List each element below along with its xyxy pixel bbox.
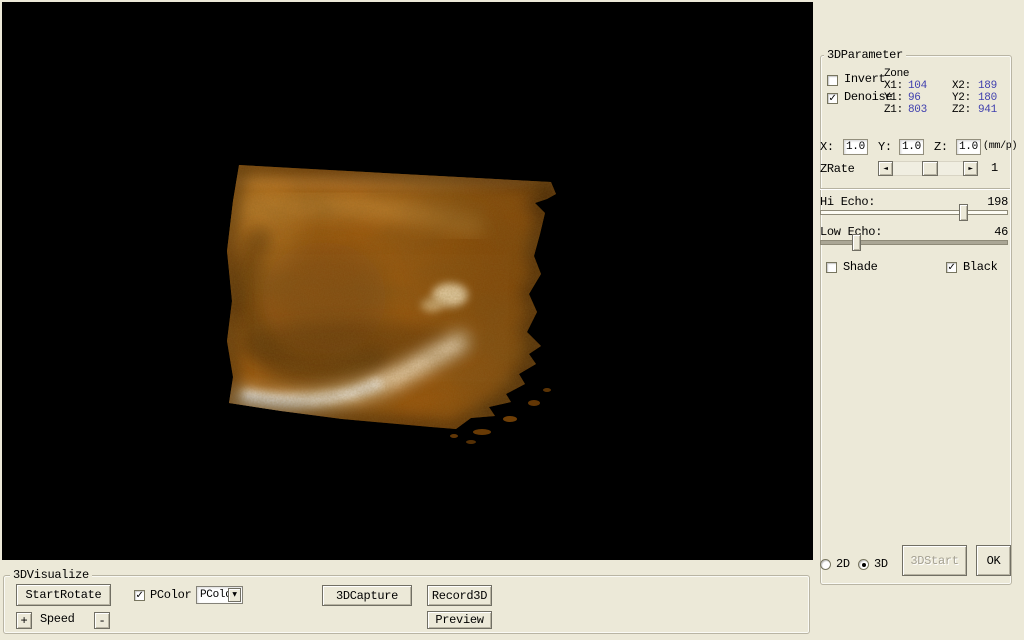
mode-2d-label: 2D xyxy=(836,557,850,571)
zone-z2-label: Z2: xyxy=(952,104,971,116)
mode-3d-label: 3D xyxy=(874,557,888,571)
app-window: 3DParameter ✓ Invert ✓ Denoise Zone X1: … xyxy=(0,0,1024,640)
low-echo-slider[interactable] xyxy=(820,234,1008,252)
shade-checkbox[interactable]: ✓ xyxy=(826,262,837,273)
hi-echo-slider-track[interactable] xyxy=(820,210,1008,215)
speed-minus-button[interactable]: - xyxy=(94,612,110,629)
zone-z1-label: Z1: xyxy=(884,104,903,116)
record3d-button[interactable]: Record3D xyxy=(427,585,492,606)
black-label: Black xyxy=(963,260,998,274)
hi-echo-slider[interactable] xyxy=(820,204,1008,222)
scale-y-input[interactable] xyxy=(899,139,924,155)
zone-z2-value: 941 xyxy=(978,104,997,116)
dropdown-arrow-icon[interactable]: ▼ xyxy=(228,588,241,602)
radio-dot-icon xyxy=(861,562,866,567)
parameter-groupbox xyxy=(820,55,1012,585)
scroll-left-arrow-icon[interactable]: ◄ xyxy=(878,161,893,176)
checkmark-icon: ✓ xyxy=(947,262,956,273)
scale-x-label: X: xyxy=(820,140,834,154)
pcolor-checkbox[interactable]: ✓ xyxy=(134,590,145,601)
mode-3d-radio[interactable] xyxy=(858,559,869,570)
render-viewport[interactable] xyxy=(2,2,813,560)
preview-button[interactable]: Preview xyxy=(427,611,492,629)
scale-y-label: Y: xyxy=(878,140,892,154)
3dstart-button[interactable]: 3DStart xyxy=(902,545,967,576)
zrate-label: ZRate xyxy=(820,162,855,176)
3dcapture-button[interactable]: 3DCapture xyxy=(322,585,412,606)
pcolor-dropdown[interactable]: PColor ▼ xyxy=(196,586,243,604)
speed-plus-button[interactable]: + xyxy=(16,612,32,629)
invert-label: Invert xyxy=(844,72,886,86)
scale-z-label: Z: xyxy=(934,140,948,154)
speed-label: Speed xyxy=(40,612,75,626)
ultrasound-render xyxy=(227,165,556,444)
checkmark-icon: ✓ xyxy=(135,590,144,601)
pcolor-label: PColor xyxy=(150,588,192,602)
zone-z1-value: 803 xyxy=(908,104,927,116)
scroll-right-arrow-icon[interactable]: ► xyxy=(963,161,978,176)
zrate-value: 1 xyxy=(991,161,998,175)
denoise-checkbox[interactable]: ✓ xyxy=(827,93,838,104)
invert-checkbox[interactable]: ✓ xyxy=(827,75,838,86)
visualize-group-title: 3DVisualize xyxy=(10,569,92,582)
shade-label: Shade xyxy=(843,260,878,274)
scale-x-input[interactable] xyxy=(843,139,868,155)
low-echo-slider-track[interactable] xyxy=(820,240,1008,245)
ok-button[interactable]: OK xyxy=(976,545,1011,576)
mode-2d-radio[interactable] xyxy=(820,559,831,570)
zrate-scrollbar-thumb[interactable] xyxy=(922,161,938,176)
zrate-scrollbar[interactable]: ◄ ► xyxy=(878,161,978,176)
checkmark-icon: ✓ xyxy=(828,93,837,104)
parameter-group-title: 3DParameter xyxy=(824,49,906,62)
scale-z-input[interactable] xyxy=(956,139,981,155)
separator xyxy=(820,188,1010,190)
black-checkbox[interactable]: ✓ xyxy=(946,262,957,273)
scale-unit-label: (mm/p) xyxy=(983,141,1018,152)
start-rotate-button[interactable]: StartRotate xyxy=(16,584,111,606)
low-echo-slider-thumb[interactable] xyxy=(852,234,861,251)
hi-echo-slider-thumb[interactable] xyxy=(959,204,968,221)
